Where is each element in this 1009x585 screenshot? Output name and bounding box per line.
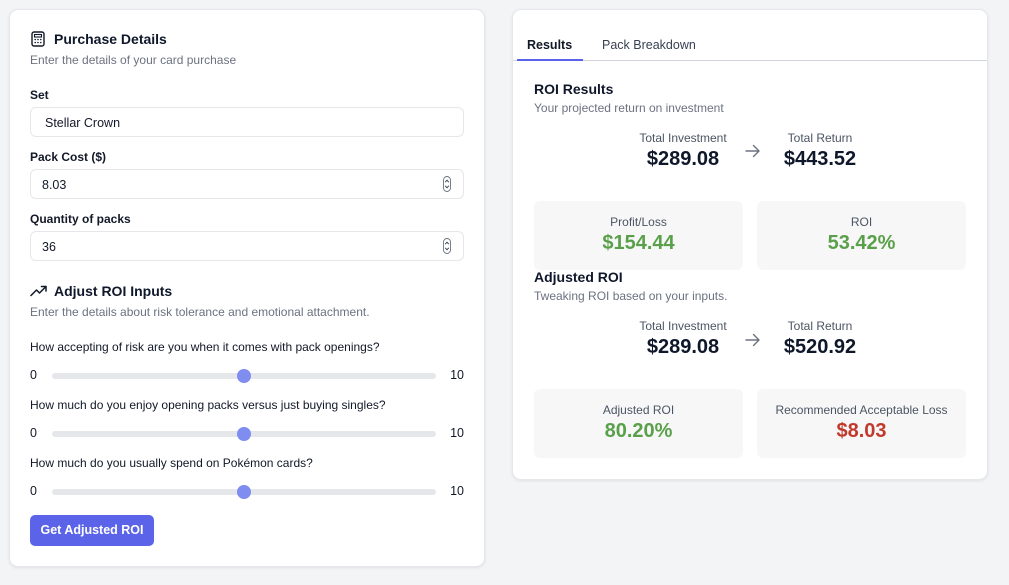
slider-track[interactable] [52, 485, 436, 499]
tab-active-indicator [517, 59, 583, 61]
pack-cost-label: Pack Cost ($) [30, 150, 107, 164]
trending-up-icon [30, 285, 47, 297]
slider-thumb[interactable] [237, 369, 251, 383]
adjusted-roi-label: Adjusted ROI [602, 403, 675, 417]
profit-loss-label: Profit/Loss [610, 215, 667, 229]
enjoyment-question: How much do you enjoy opening packs vers… [30, 398, 386, 412]
adjusted-roi-box: Adjusted ROI 80.20% [534, 389, 743, 458]
spending-question: How much do you usually spend on Pokémon… [30, 456, 313, 470]
tab-divider [513, 60, 987, 61]
enjoyment-slider[interactable]: 0 10 [30, 425, 464, 443]
arrow-right-icon [745, 333, 760, 347]
adjusted-subtitle: Tweaking ROI based on your inputs. [534, 289, 728, 303]
slider-min: 0 [30, 484, 37, 498]
slider-track[interactable] [52, 427, 436, 441]
slider-max: 10 [450, 426, 464, 440]
slider-max: 10 [450, 368, 464, 382]
pack-cost-value: 8.03 [42, 178, 67, 192]
quantity-input[interactable]: 36 [30, 231, 464, 261]
roi-value: 53.42% [827, 232, 896, 254]
set-value: Stellar Crown [45, 116, 121, 130]
quantity-label: Quantity of packs [30, 212, 131, 226]
adjust-subtitle: Enter the details about risk tolerance a… [30, 305, 370, 319]
spending-slider[interactable]: 0 10 [30, 483, 464, 501]
risk-slider[interactable]: 0 10 [30, 367, 464, 385]
arrow-right-icon [745, 144, 760, 158]
purchase-card: Purchase Details Enter the details of yo… [9, 9, 485, 567]
purchase-title: Purchase Details [54, 31, 167, 47]
adjusted-title: Adjusted ROI [534, 269, 623, 285]
set-select[interactable]: Stellar Crown [30, 107, 464, 137]
tab-pack-breakdown[interactable]: Pack Breakdown [602, 38, 696, 52]
adjusted-investment-label: Total Investment [639, 319, 727, 333]
adjusted-investment-value: $289.08 [646, 336, 720, 358]
adjusted-return-label: Total Return [787, 319, 853, 333]
quantity-value: 36 [42, 240, 56, 254]
results-card: Results Pack Breakdown ROI Results Your … [512, 9, 988, 480]
total-investment-label: Total Investment [639, 131, 727, 145]
total-investment-value: $289.08 [646, 148, 720, 170]
pack-cost-input[interactable]: 8.03 [30, 169, 464, 199]
roi-title: ROI Results [534, 81, 614, 97]
profit-loss-box: Profit/Loss $154.44 [534, 201, 743, 270]
tab-results[interactable]: Results [527, 38, 572, 52]
calculator-icon [31, 31, 45, 47]
adjusted-roi-value: 80.20% [604, 420, 673, 442]
slider-min: 0 [30, 368, 37, 382]
slider-thumb[interactable] [237, 485, 251, 499]
acceptable-loss-label: Recommended Acceptable Loss [775, 403, 948, 417]
acceptable-loss-value: $8.03 [836, 420, 887, 442]
adjust-title: Adjust ROI Inputs [54, 283, 173, 299]
profit-loss-value: $154.44 [602, 232, 675, 254]
roi-subtitle: Your projected return on investment [534, 101, 724, 115]
get-adjusted-roi-button[interactable]: Get Adjusted ROI [30, 515, 154, 546]
spinner-icon[interactable] [443, 238, 451, 254]
acceptable-loss-box: Recommended Acceptable Loss $8.03 [757, 389, 966, 458]
roi-label: ROI [850, 215, 873, 229]
slider-thumb[interactable] [237, 427, 251, 441]
spinner-icon[interactable] [443, 176, 451, 192]
slider-max: 10 [450, 484, 464, 498]
slider-min: 0 [30, 426, 37, 440]
total-return-label: Total Return [787, 131, 853, 145]
adjusted-return-value: $520.92 [783, 336, 857, 358]
slider-track[interactable] [52, 369, 436, 383]
total-return-value: $443.52 [783, 148, 857, 170]
purchase-subtitle: Enter the details of your card purchase [30, 53, 237, 67]
roi-box: ROI 53.42% [757, 201, 966, 270]
risk-question: How accepting of risk are you when it co… [30, 340, 380, 354]
set-label: Set [30, 88, 49, 102]
